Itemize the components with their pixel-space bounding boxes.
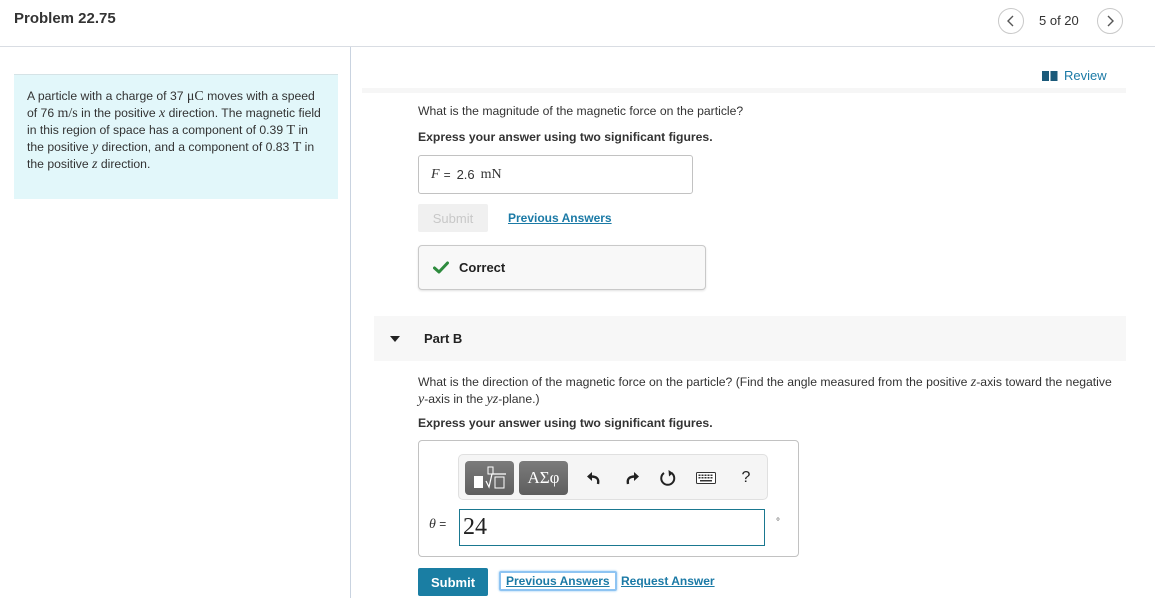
problem-math: μC [186, 89, 204, 104]
keyboard-button[interactable] [695, 467, 717, 489]
question-text: -plane.) [498, 392, 540, 406]
undo-button[interactable] [583, 467, 605, 489]
problem-statement: A particle with a charge of 37 μC moves … [14, 74, 338, 199]
question-text: -axis in the [424, 392, 487, 406]
problem-math: T [292, 140, 302, 155]
undo-icon [587, 472, 600, 485]
part-b-question: What is the direction of the magnetic fo… [418, 374, 1118, 408]
part-a-previous-answers-link[interactable]: Previous Answers [508, 211, 612, 225]
redo-button[interactable] [621, 467, 643, 489]
chevron-left-icon [1007, 15, 1014, 27]
keyboard-icon [696, 472, 716, 484]
column-divider [350, 47, 351, 598]
previous-problem-button[interactable] [998, 8, 1024, 34]
book-icon [1042, 70, 1058, 81]
answer-variable: F [431, 166, 440, 182]
problem-text: in the positive [77, 106, 160, 120]
review-link[interactable]: Review [1042, 68, 1107, 83]
math-toolbar: ΑΣφ ? [458, 454, 768, 500]
caret-down-icon [390, 335, 400, 342]
problem-math: T [286, 123, 296, 138]
answer-label: θ = [429, 517, 446, 533]
answer-variable: θ [429, 517, 436, 532]
answer-value: 2.6 [456, 167, 475, 182]
problem-text: direction. [97, 157, 151, 171]
part-a-submit-button: Submit [418, 204, 488, 232]
top-bar: Problem 22.75 5 of 20 [0, 0, 1155, 47]
review-label: Review [1064, 68, 1107, 83]
part-b-header[interactable]: Part B [374, 316, 1126, 361]
part-a-answer-display: F = 2.6 mN [418, 155, 693, 194]
problem-title: Problem 22.75 [14, 10, 116, 27]
next-problem-button[interactable] [1097, 8, 1123, 34]
part-a-question: What is the magnitude of the magnetic fo… [418, 104, 744, 118]
help-button[interactable]: ? [735, 467, 757, 489]
angle-answer-input[interactable]: 24 [459, 509, 765, 546]
part-b-answer-area: ΑΣφ ? θ = 24 ° [418, 440, 799, 557]
templates-button[interactable] [465, 461, 514, 495]
part-a-feedback: Correct [418, 245, 706, 290]
reset-button[interactable] [657, 467, 679, 489]
problem-text: A particle with a charge of 37 [27, 89, 187, 103]
degree-unit: ° [776, 517, 780, 528]
checkmark-icon [433, 261, 449, 274]
templates-icon [473, 466, 506, 489]
feedback-text: Correct [459, 260, 506, 275]
reset-icon [660, 470, 676, 486]
problem-math: m/s [57, 106, 78, 121]
problem-text: direction, and a component of 0.83 [98, 140, 293, 154]
answer-unit: mN [480, 166, 502, 182]
part-b-previous-answers-link[interactable]: Previous Answers [499, 571, 617, 591]
request-answer-link[interactable]: Request Answer [621, 574, 715, 588]
part-a-instruction: Express your answer using two significan… [418, 130, 713, 144]
part-b-submit-button[interactable]: Submit [418, 568, 488, 596]
part-b-label: Part B [424, 331, 463, 346]
equals-sign: = [443, 167, 451, 182]
question-math: yz [486, 392, 499, 407]
page-count: 5 of 20 [1039, 13, 1079, 28]
symbols-button[interactable]: ΑΣφ [519, 461, 568, 495]
part-b-instruction: Express your answer using two significan… [418, 416, 713, 430]
question-text: -axis toward the negative [976, 375, 1112, 389]
part-a-header-bar [362, 88, 1126, 93]
question-text: What is the direction of the magnetic fo… [418, 375, 971, 389]
chevron-right-icon [1107, 15, 1114, 27]
equals-sign: = [439, 517, 447, 531]
redo-icon [626, 472, 639, 485]
